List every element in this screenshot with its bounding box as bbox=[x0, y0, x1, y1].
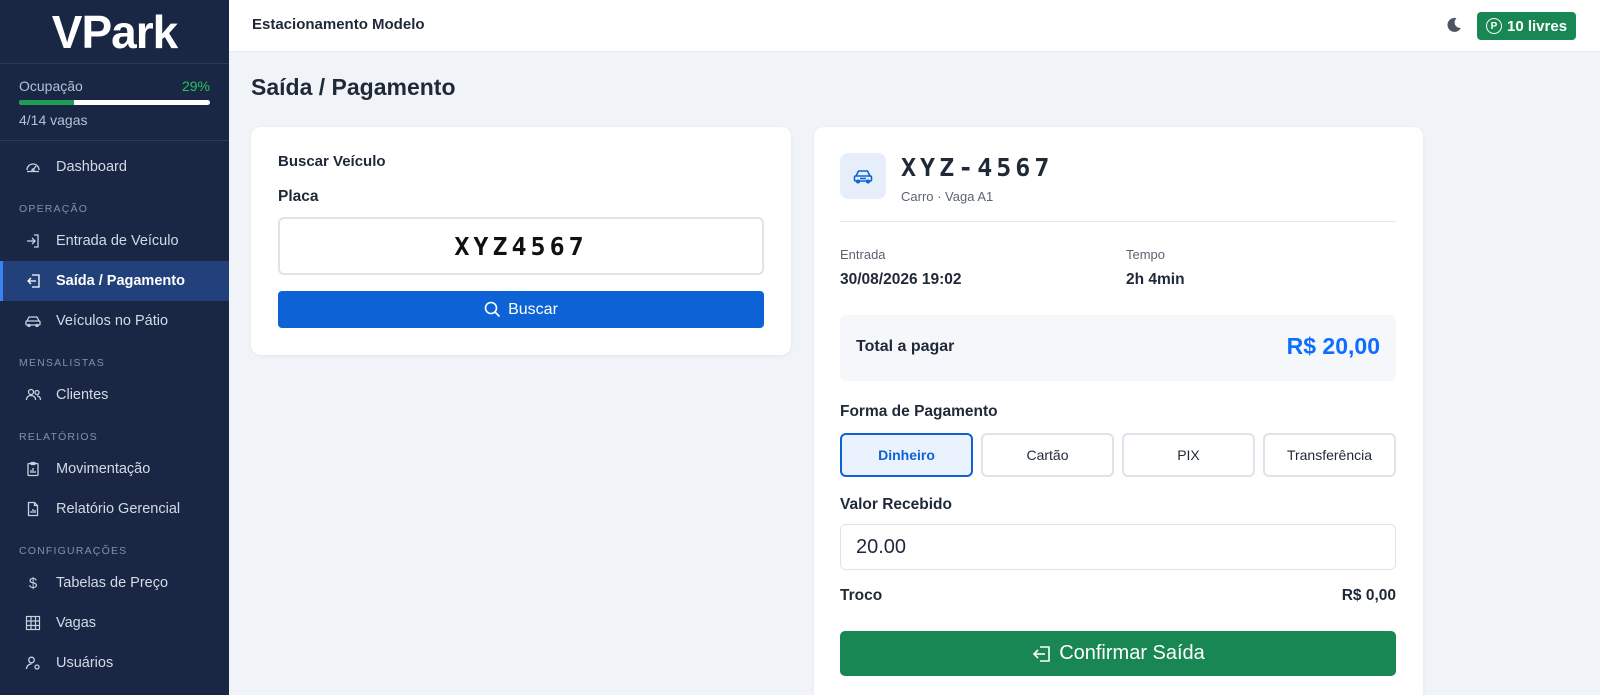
entry-value: 30/08/2026 19:02 bbox=[840, 271, 962, 288]
plate-input[interactable] bbox=[278, 217, 764, 275]
sidebar-item-saida[interactable]: Saída / Pagamento bbox=[0, 261, 229, 301]
sidebar-item-clientes[interactable]: Clientes bbox=[0, 375, 229, 415]
sidebar-item-label: Saída / Pagamento bbox=[56, 273, 185, 289]
confirm-exit-label: Confirmar Saída bbox=[1059, 642, 1205, 664]
payment-method-options: Dinheiro Cartão PIX Transferência bbox=[840, 433, 1396, 477]
dollar-icon: $ bbox=[28, 574, 38, 592]
sidebar-section-configuracoes: CONFIGURAÇÕES bbox=[19, 545, 128, 557]
time-value: 2h 4min bbox=[1126, 271, 1185, 288]
search-button[interactable]: Buscar bbox=[278, 291, 764, 328]
sign-out-icon bbox=[1033, 645, 1050, 662]
plate-label: Placa bbox=[278, 188, 319, 205]
sidebar-item-label: Clientes bbox=[56, 387, 109, 403]
search-button-label: Buscar bbox=[508, 300, 558, 318]
occupancy-percent: 29% bbox=[181, 78, 210, 94]
divider bbox=[840, 221, 1396, 222]
occupancy-progress-bar bbox=[19, 100, 210, 105]
grid-icon bbox=[24, 614, 42, 632]
sidebar-item-tabelas-preco[interactable]: $ Tabelas de Preço bbox=[0, 563, 229, 603]
sidebar-item-usuarios[interactable]: Usuários bbox=[0, 643, 229, 683]
sidebar-section-operacao: OPERAÇÃO bbox=[19, 203, 89, 215]
sidebar-item-label: Tabelas de Preço bbox=[56, 575, 169, 591]
sidebar: VPark Ocupação 29% 4/14 vagas Dashboard … bbox=[0, 0, 229, 695]
people-icon bbox=[24, 386, 42, 404]
car-icon bbox=[24, 312, 42, 330]
search-icon bbox=[484, 301, 501, 318]
top-header: Estacionamento Modelo P 10 livres bbox=[229, 0, 1600, 52]
change-value: R$ 0,00 bbox=[1341, 587, 1396, 604]
vehicle-detail-card: XYZ-4567 Carro · Vaga A1 Entrada 30/08/2… bbox=[814, 127, 1423, 695]
sign-in-icon bbox=[24, 232, 42, 250]
search-card: Buscar Veículo Placa Buscar bbox=[251, 127, 791, 355]
payment-option-transferencia[interactable]: Transferência bbox=[1263, 433, 1396, 477]
sidebar-item-movimentacao[interactable]: Movimentação bbox=[0, 449, 229, 489]
sidebar-item-label: Movimentação bbox=[56, 461, 151, 477]
moon-icon[interactable] bbox=[1444, 15, 1464, 35]
vehicle-plate: XYZ-4567 bbox=[901, 153, 1054, 182]
car-icon bbox=[840, 153, 886, 199]
received-value-input[interactable] bbox=[840, 524, 1396, 570]
header-title: Estacionamento Modelo bbox=[252, 16, 425, 33]
sidebar-item-label: Usuários bbox=[56, 655, 114, 671]
payment-option-pix[interactable]: PIX bbox=[1122, 433, 1255, 477]
total-box: Total a pagar R$ 20,00 bbox=[840, 315, 1396, 381]
sidebar-section-mensalistas: MENSALISTAS bbox=[19, 357, 105, 369]
sidebar-item-label: Entrada de Veículo bbox=[56, 233, 179, 249]
sidebar-item-dashboard[interactable]: Dashboard bbox=[0, 147, 229, 187]
time-label: Tempo bbox=[1126, 247, 1166, 262]
sidebar-item-relatorio-gerencial[interactable]: Relatório Gerencial bbox=[0, 489, 229, 529]
occupancy-count: 4/14 vagas bbox=[19, 112, 88, 128]
sidebar-item-vagas[interactable]: Vagas bbox=[0, 603, 229, 643]
change-label: Troco bbox=[840, 587, 883, 604]
occupancy-progress-fill bbox=[19, 100, 75, 105]
sidebar-item-veiculos[interactable]: Veículos no Pátio bbox=[0, 301, 229, 341]
free-spots-badge: P 10 livres bbox=[1477, 12, 1577, 40]
sidebar-item-entrada[interactable]: Entrada de Veículo bbox=[0, 221, 229, 261]
occupancy-label: Ocupação bbox=[19, 78, 83, 94]
page-title: Saída / Pagamento bbox=[251, 74, 456, 100]
sidebar-section-relatorios: RELATÓRIOS bbox=[19, 431, 98, 443]
payment-option-dinheiro[interactable]: Dinheiro bbox=[840, 433, 973, 477]
parking-icon: P bbox=[1486, 18, 1502, 34]
vehicle-subtitle: Carro · Vaga A1 bbox=[901, 189, 994, 204]
sidebar-item-label: Vagas bbox=[56, 615, 97, 631]
total-label: Total a pagar bbox=[856, 338, 955, 355]
sign-out-icon bbox=[24, 272, 42, 290]
sidebar-item-label: Relatório Gerencial bbox=[56, 501, 181, 517]
total-value: R$ 20,00 bbox=[1286, 333, 1380, 359]
payment-method-label: Forma de Pagamento bbox=[840, 403, 998, 420]
user-gear-icon bbox=[24, 654, 42, 672]
confirm-exit-button[interactable]: Confirmar Saída bbox=[840, 631, 1396, 676]
sidebar-item-label: Dashboard bbox=[56, 159, 127, 175]
search-card-title: Buscar Veículo bbox=[278, 153, 386, 170]
gauge-icon bbox=[24, 158, 42, 176]
received-value-label: Valor Recebido bbox=[840, 496, 952, 513]
entry-label: Entrada bbox=[840, 247, 886, 262]
free-spots-text: 10 livres bbox=[1507, 17, 1568, 35]
occupancy-panel: Ocupação 29% 4/14 vagas bbox=[0, 64, 229, 141]
file-chart-icon bbox=[24, 500, 42, 518]
clipboard-chart-icon bbox=[24, 460, 42, 478]
sidebar-item-label: Veículos no Pátio bbox=[56, 313, 169, 329]
payment-option-cartao[interactable]: Cartão bbox=[981, 433, 1114, 477]
logo[interactable]: VPark bbox=[0, 0, 229, 64]
logo-text: VPark bbox=[51, 5, 178, 58]
